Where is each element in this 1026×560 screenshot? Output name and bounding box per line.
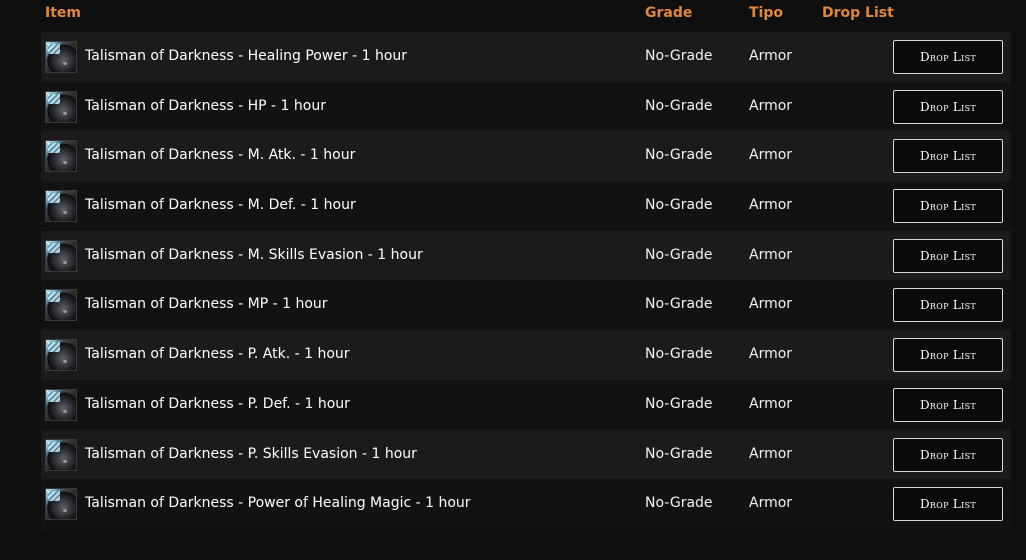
drop-list-button[interactable]: Drop List (893, 89, 1003, 124)
item-tipo: Armor (749, 395, 793, 412)
talisman-icon (45, 239, 77, 272)
talisman-icon (45, 339, 77, 372)
item-name: Talisman of Darkness - M. Def. - 1 hour (85, 197, 356, 214)
item-grade: No-Grade (645, 495, 713, 512)
item-name: Talisman of Darkness - HP - 1 hour (85, 97, 326, 114)
table-row: Talisman of Darkness - P. Skills Evasion… (41, 429, 1011, 480)
item-grade: No-Grade (645, 197, 713, 214)
table-row: Talisman of Darkness - Power of Healing … (41, 479, 1011, 529)
talisman-icon (45, 289, 77, 322)
drop-list-button[interactable]: Drop List (893, 387, 1003, 422)
table-row: Talisman of Darkness - Healing Power - 1… (41, 32, 1011, 82)
table-row: Talisman of Darkness - P. Def. - 1 hour … (41, 379, 1011, 430)
item-grade: No-Grade (645, 48, 713, 64)
drop-list-button[interactable]: Drop List (893, 40, 1003, 74)
table-row: Talisman of Darkness - P. Atk. - 1 hour … (41, 330, 1011, 380)
drop-list-button[interactable]: Drop List (893, 487, 1003, 522)
item-name: Talisman of Darkness - Power of Healing … (85, 495, 471, 512)
item-tipo: Armor (749, 97, 793, 114)
table-row: Talisman of Darkness - MP - 1 hour No-Gr… (41, 280, 1011, 331)
item-grade: No-Grade (645, 97, 713, 114)
item-grade: No-Grade (645, 445, 713, 462)
item-grade: No-Grade (645, 346, 713, 363)
item-tipo: Armor (749, 495, 793, 512)
drop-list-button[interactable]: Drop List (893, 139, 1003, 174)
drop-list-button[interactable]: Drop List (893, 189, 1003, 224)
header-tipo: Tipo (749, 5, 783, 21)
talisman-icon (45, 41, 77, 73)
table-row: Talisman of Darkness - M. Atk. - 1 hour … (41, 131, 1011, 182)
drop-list-button[interactable]: Drop List (893, 338, 1003, 373)
talisman-icon (45, 438, 77, 471)
header-drop-list: Drop List (822, 5, 894, 21)
header-grade: Grade (645, 5, 693, 21)
drop-list-button[interactable]: Drop List (893, 238, 1003, 273)
item-grade: No-Grade (645, 246, 713, 263)
talisman-icon (45, 90, 77, 123)
item-table-body: Talisman of Darkness - Healing Power - 1… (41, 32, 1011, 529)
item-tipo: Armor (749, 48, 793, 64)
item-name: Talisman of Darkness - M. Atk. - 1 hour (85, 147, 356, 164)
drop-list-button[interactable]: Drop List (893, 288, 1003, 323)
item-name: Talisman of Darkness - P. Skills Evasion… (85, 445, 417, 462)
item-name: Talisman of Darkness - MP - 1 hour (85, 296, 328, 313)
item-name: Talisman of Darkness - P. Atk. - 1 hour (85, 346, 350, 363)
item-name: Talisman of Darkness - P. Def. - 1 hour (85, 395, 350, 412)
table-row: Talisman of Darkness - M. Def. - 1 hour … (41, 181, 1011, 231)
table-header: Item Grade Tipo Drop List (0, 0, 1026, 28)
item-tipo: Armor (749, 246, 793, 263)
header-item: Item (45, 5, 81, 21)
item-grade: No-Grade (645, 395, 713, 412)
table-row: Talisman of Darkness - HP - 1 hour No-Gr… (41, 81, 1011, 132)
item-name: Talisman of Darkness - Healing Power - 1… (85, 48, 408, 64)
talisman-icon (45, 190, 77, 223)
talisman-icon (45, 140, 77, 173)
item-name: Talisman of Darkness - M. Skills Evasion… (85, 246, 423, 263)
item-tipo: Armor (749, 445, 793, 462)
talisman-icon (45, 388, 77, 421)
drop-list-button[interactable]: Drop List (893, 437, 1003, 472)
table-row: Talisman of Darkness - M. Skills Evasion… (41, 230, 1011, 281)
item-grade: No-Grade (645, 147, 713, 164)
item-tipo: Armor (749, 296, 793, 313)
item-tipo: Armor (749, 147, 793, 164)
item-grade: No-Grade (645, 296, 713, 313)
item-tipo: Armor (749, 197, 793, 214)
talisman-icon (45, 488, 77, 521)
item-tipo: Armor (749, 346, 793, 363)
